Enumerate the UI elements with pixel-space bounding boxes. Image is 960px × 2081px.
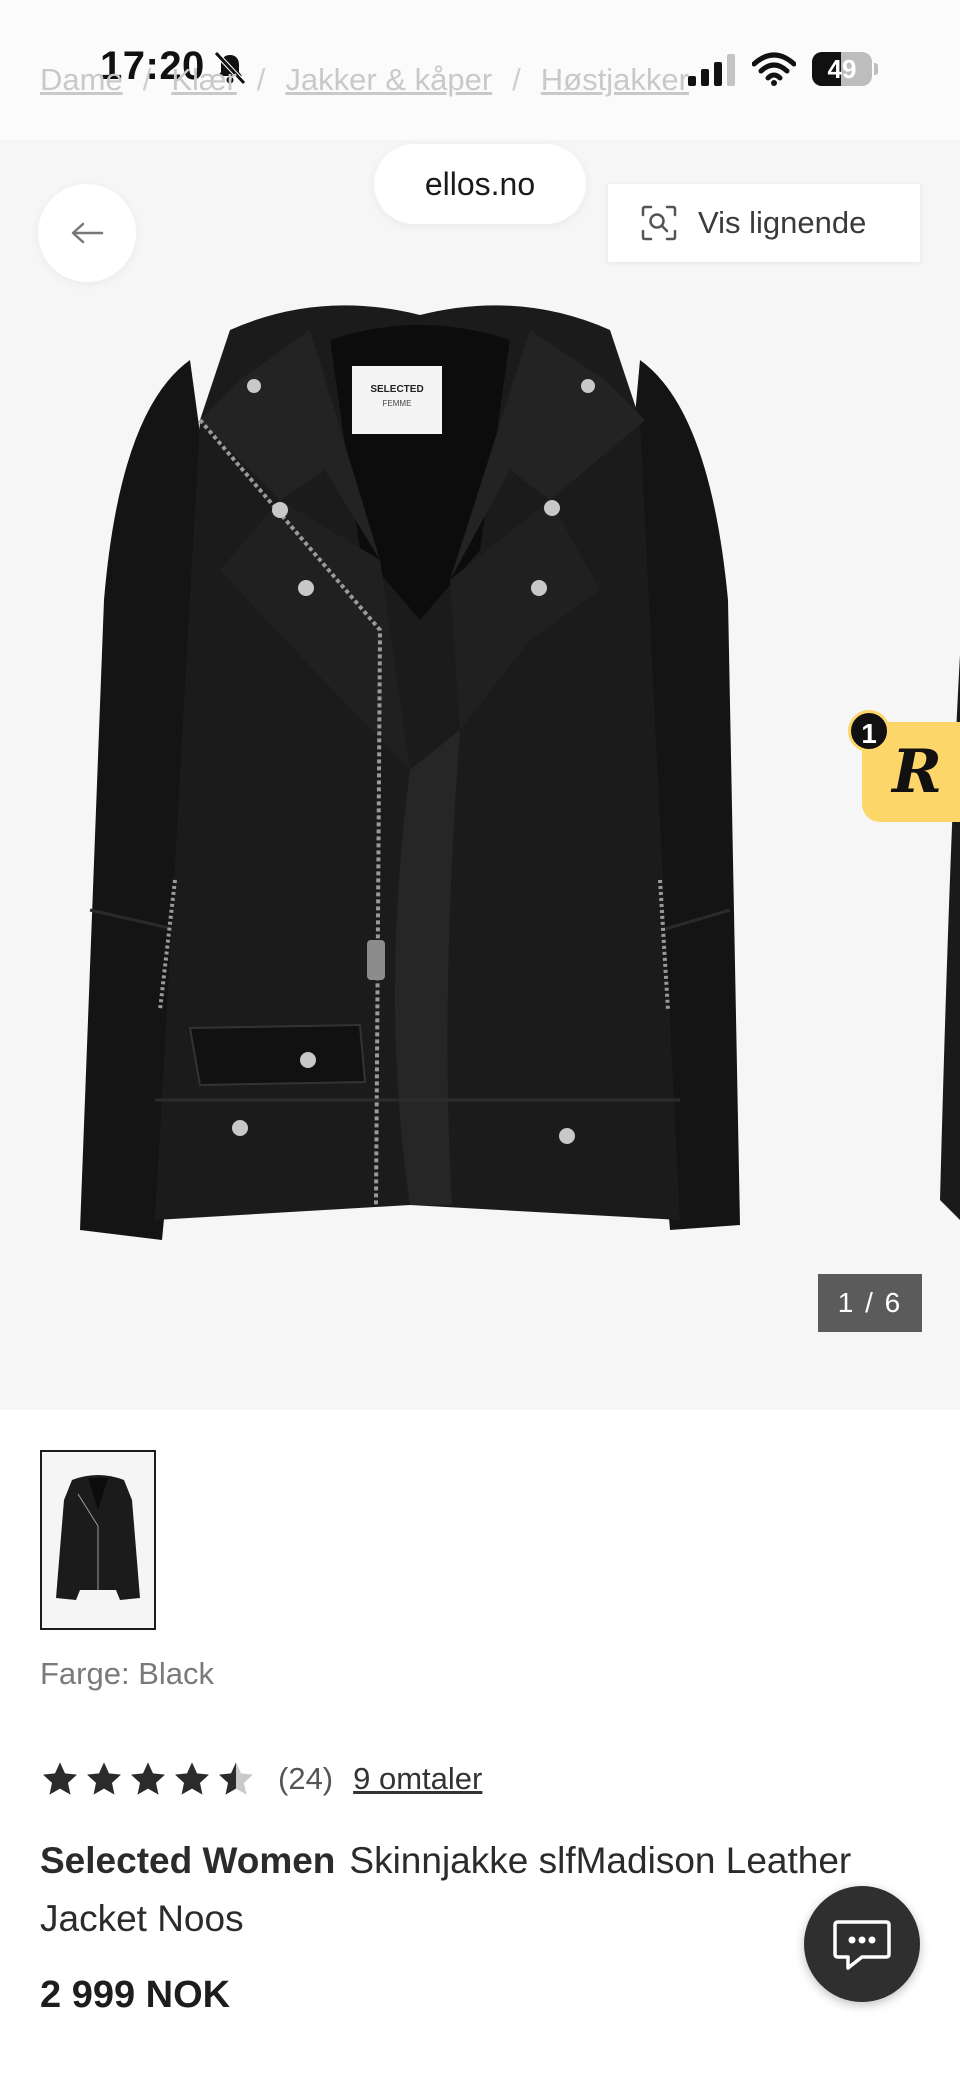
star-half-icon	[219, 1762, 253, 1795]
color-thumbnail-black[interactable]	[40, 1450, 156, 1630]
breadcrumb-jakker-kaper[interactable]: Jakker & kåper	[285, 62, 492, 98]
battery-icon: 49	[812, 52, 878, 86]
review-count: (24)	[278, 1761, 334, 1796]
product-brand[interactable]: Selected Women	[40, 1840, 335, 1881]
svg-text:SELECTED: SELECTED	[370, 384, 423, 395]
star-full-icon	[131, 1762, 165, 1795]
product-image-leather-jacket[interactable]: SELECTED FEMME	[80, 300, 760, 1260]
star-full-icon	[87, 1762, 121, 1795]
breadcrumb: Dame / Klær / Jakker & kåper / Høstjakke…	[40, 62, 689, 98]
visual-search-icon	[641, 205, 677, 241]
chat-button[interactable]	[804, 1886, 920, 2002]
back-button[interactable]	[38, 184, 136, 282]
battery-level: 49	[827, 54, 857, 84]
reward-logo-icon: R	[892, 737, 942, 807]
breadcrumb-hostjakker[interactable]: Høstjakker	[541, 62, 689, 98]
show-similar-button[interactable]: Vis lignende	[608, 184, 920, 262]
star-full-icon	[175, 1762, 209, 1795]
product-gallery[interactable]: 17:20 49 Dame / Klær / Jakker & kåper / …	[0, 0, 960, 1410]
reviews-link[interactable]: 9 omtaler	[353, 1761, 482, 1797]
product-price: 2 999 NOK	[40, 1974, 231, 2016]
chat-bubble-icon	[833, 1920, 891, 1970]
breadcrumb-separator: /	[512, 62, 521, 97]
wifi-icon	[752, 52, 796, 86]
next-image-peek	[940, 654, 960, 1220]
site-url-pill[interactable]: ellos.no	[374, 144, 586, 224]
product-title: Selected Women Skinnjakke slfMadison Leat…	[40, 1832, 920, 1948]
arrow-left-icon	[71, 222, 104, 244]
breadcrumb-separator: /	[256, 62, 266, 97]
show-similar-label: Vis lignende	[698, 205, 867, 240]
rating-row: (24) 9 omtaler	[40, 1756, 482, 1802]
breadcrumb-separator: /	[142, 62, 152, 97]
breadcrumb-dame[interactable]: Dame	[40, 62, 123, 98]
color-label: Farge: Black	[40, 1656, 215, 1691]
breadcrumb-klaer[interactable]: Klær	[171, 62, 236, 98]
svg-text:FEMME: FEMME	[383, 399, 412, 408]
reward-count-badge: 1	[848, 710, 890, 752]
star-full-icon	[43, 1762, 77, 1795]
thumbnail-jacket-image	[56, 1475, 140, 1600]
cellular-signal-icon	[688, 54, 735, 86]
rating-stars	[40, 1759, 256, 1799]
image-counter: 1 / 6	[818, 1274, 922, 1332]
